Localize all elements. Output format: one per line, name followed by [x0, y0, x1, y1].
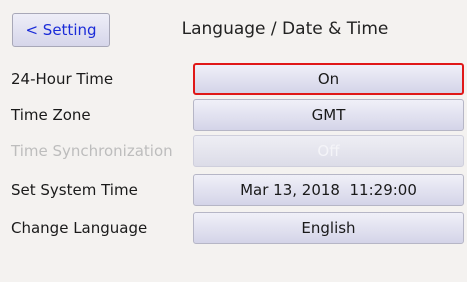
- setting-row-set-system-time: Set System Time Mar 13, 2018 11:29:00: [0, 174, 467, 206]
- setting-label-time-synchronization: Time Synchronization: [11, 142, 173, 160]
- setting-row-change-language: Change Language English: [0, 212, 467, 244]
- 24-hour-time-button[interactable]: On: [193, 63, 464, 95]
- set-system-time-button[interactable]: Mar 13, 2018 11:29:00: [193, 174, 464, 206]
- header: < Setting Language / Date & Time: [0, 0, 467, 66]
- setting-label-change-language: Change Language: [11, 219, 148, 237]
- settings-screen: < Setting Language / Date & Time 24-Hour…: [0, 0, 467, 282]
- setting-label-time-zone: Time Zone: [11, 106, 91, 124]
- setting-row-time-zone: Time Zone GMT: [0, 99, 467, 131]
- time-zone-button[interactable]: GMT: [193, 99, 464, 131]
- change-language-button[interactable]: English: [193, 212, 464, 244]
- setting-label-set-system-time: Set System Time: [11, 181, 138, 199]
- time-synchronization-button: Off: [193, 135, 464, 167]
- back-button[interactable]: < Setting: [12, 13, 110, 47]
- setting-row-time-synchronization: Time Synchronization Off: [0, 135, 467, 167]
- setting-row-24-hour-time: 24-Hour Time On: [0, 63, 467, 95]
- page-title: Language / Date & Time: [181, 19, 389, 39]
- setting-label-24-hour-time: 24-Hour Time: [11, 70, 114, 88]
